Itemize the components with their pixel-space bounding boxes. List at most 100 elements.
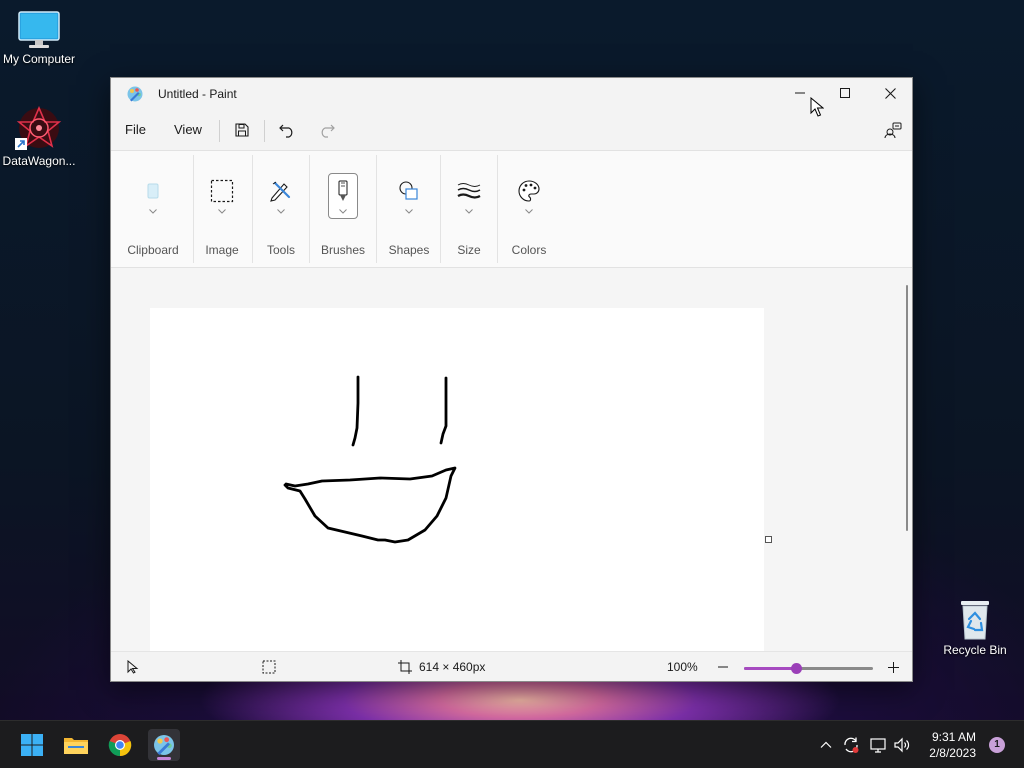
zoom-level: 100% — [667, 660, 698, 674]
user-settings-icon — [884, 122, 902, 139]
taskbar-paint[interactable] — [148, 729, 180, 761]
menu-bar: File View — [111, 112, 912, 148]
chevron-down-icon — [339, 209, 347, 214]
taskbar-file-explorer[interactable] — [60, 729, 92, 761]
system-clock[interactable]: 9:31 AM 2/8/2023 — [929, 729, 976, 761]
chevron-down-icon — [405, 209, 413, 214]
menu-view[interactable]: View — [174, 122, 202, 137]
zoom-out-button[interactable] — [711, 656, 735, 678]
zoom-slider-thumb[interactable] — [790, 663, 802, 674]
canvas-size-readout: 614 × 460px — [419, 660, 486, 674]
recycle-bin-icon — [961, 601, 989, 640]
monitor-icon — [18, 11, 60, 48]
desktop-icon-label: My Computer — [2, 52, 76, 66]
ribbon-group-label: Colors — [511, 243, 547, 257]
ribbon-divider — [376, 155, 377, 263]
selection-icon — [208, 177, 236, 205]
start-button[interactable] — [16, 729, 48, 761]
ribbon-group-clipboard[interactable]: Clipboard — [119, 151, 187, 267]
ribbon-group-colors[interactable]: Colors — [499, 151, 559, 267]
volume-icon[interactable] — [893, 736, 911, 754]
title-bar[interactable]: Untitled - Paint — [111, 78, 912, 110]
notification-badge[interactable]: 1 — [989, 737, 1005, 753]
zoom-in-button[interactable] — [881, 656, 905, 678]
taskbar: 9:31 AM 2/8/2023 1 — [0, 720, 1024, 768]
ribbon-group-image[interactable]: Image — [195, 151, 249, 267]
window-title: Untitled - Paint — [158, 87, 237, 101]
ribbon-group-label: Brushes — [320, 243, 366, 257]
sync-status-icon[interactable] — [842, 736, 860, 754]
folder-icon — [64, 738, 88, 754]
shapes-icon — [395, 177, 423, 205]
chevron-down-icon — [525, 209, 533, 214]
chevron-down-icon — [277, 209, 285, 214]
canvas-area[interactable] — [111, 268, 904, 651]
mouse-cursor-icon — [810, 97, 824, 117]
undo-icon — [279, 124, 293, 138]
clock-date: 2/8/2023 — [929, 746, 976, 760]
chevron-down-icon — [218, 209, 226, 214]
save-button[interactable] — [230, 118, 254, 142]
ribbon-group-tools[interactable]: Tools — [254, 151, 308, 267]
datawagon-logo-icon — [15, 106, 62, 150]
save-icon — [235, 123, 249, 137]
windows-logo-icon — [21, 734, 43, 756]
paint-app-icon — [127, 86, 143, 102]
ribbon-group-label: Shapes — [388, 243, 430, 257]
drawing-canvas[interactable] — [150, 308, 764, 651]
clock-time: 9:31 AM — [931, 730, 976, 744]
maximize-button[interactable] — [822, 78, 868, 108]
cursor-position-icon — [127, 660, 139, 674]
paint-window[interactable]: Untitled - Paint File View Clipboard Ima… — [110, 77, 913, 682]
canvas-size-icon — [398, 660, 412, 674]
desktop-icon-recycle-bin[interactable]: Recycle Bin — [932, 597, 1018, 657]
ribbon-group-brushes[interactable]: Brushes — [311, 151, 375, 267]
chevron-down-icon — [149, 209, 157, 214]
maximize-icon — [840, 88, 850, 98]
ribbon-divider — [193, 155, 194, 263]
chrome-icon — [108, 734, 132, 757]
ribbon: Clipboard Image Tools Brushes Shapes Siz… — [111, 150, 912, 268]
redo-icon — [321, 124, 335, 138]
ribbon-divider — [440, 155, 441, 263]
paint-app-icon — [154, 735, 174, 755]
zoom-slider-fill — [744, 667, 796, 670]
close-icon — [884, 87, 896, 99]
desktop-icon-datawagon[interactable]: DataWagon... — [0, 106, 82, 168]
pencil-icon — [267, 177, 295, 205]
minimize-icon — [795, 92, 805, 94]
undo-button[interactable] — [275, 118, 299, 142]
menu-divider — [219, 120, 220, 142]
desktop-icon-label: DataWagon... — [2, 154, 76, 168]
show-hidden-icons-chevron-icon[interactable] — [819, 738, 833, 752]
ribbon-group-size[interactable]: Size — [442, 151, 496, 267]
desktop-icon-label: Recycle Bin — [943, 643, 1007, 657]
drawing-strokes — [283, 375, 457, 544]
desktop-icon-my-computer[interactable]: My Computer — [0, 10, 82, 66]
close-button[interactable] — [867, 78, 913, 108]
taskbar-chrome[interactable] — [104, 729, 136, 761]
zoom-slider[interactable] — [744, 663, 873, 674]
ribbon-divider — [252, 155, 253, 263]
status-bar: 614 × 460px 100% — [111, 651, 912, 681]
ribbon-group-label: Tools — [266, 243, 295, 257]
ribbon-group-label: Image — [205, 243, 239, 257]
vertical-scrollbar[interactable] — [904, 268, 912, 651]
canvas-resize-handle[interactable] — [765, 536, 772, 543]
clipboard-icon — [139, 177, 167, 205]
scrollbar-thumb[interactable] — [906, 285, 908, 531]
ribbon-group-shapes[interactable]: Shapes — [378, 151, 440, 267]
network-icon[interactable] — [869, 736, 887, 754]
ribbon-divider — [309, 155, 310, 263]
palette-icon — [515, 177, 543, 205]
chevron-down-icon — [465, 209, 473, 214]
ribbon-group-label: Size — [457, 243, 481, 257]
menu-file[interactable]: File — [125, 122, 146, 137]
plus-icon — [887, 661, 899, 673]
stroke-size-icon — [455, 177, 483, 205]
ribbon-group-label: Clipboard — [127, 243, 179, 257]
selection-size-icon — [262, 660, 276, 674]
account-button[interactable] — [881, 118, 905, 142]
menu-divider — [264, 120, 265, 142]
redo-button[interactable] — [315, 118, 339, 142]
